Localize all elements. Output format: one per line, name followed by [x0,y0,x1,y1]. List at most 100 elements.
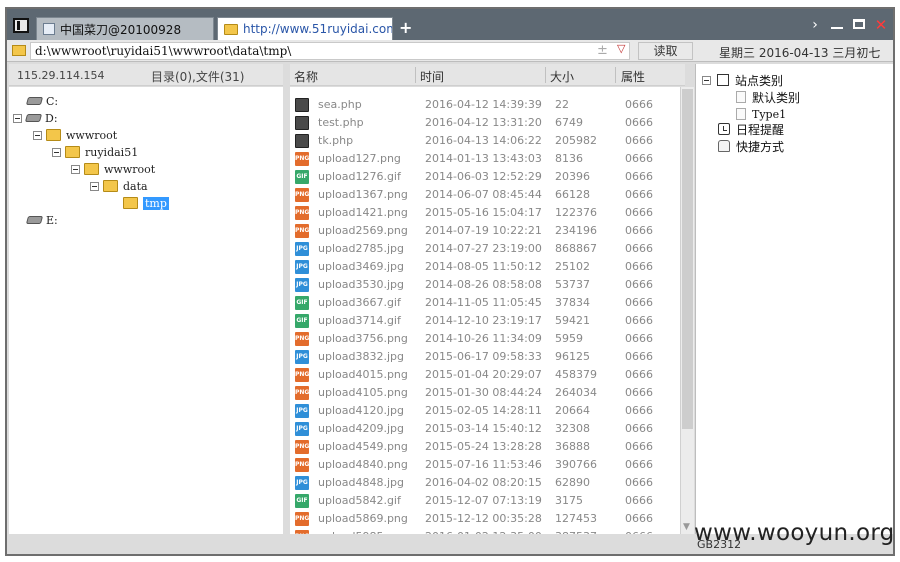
file-row[interactable]: GIF upload1276.gif 2014-06-03 12:52:29 2039… [290,168,680,186]
file-time: 2014-07-27 23:19:00 [425,242,542,255]
file-name: upload2785.jpg [318,242,404,255]
file-size: 32308 [555,422,590,435]
file-row[interactable]: PNG upload4840.png 2015-07-16 11:53:46 3907… [290,456,680,474]
dir-file-count: 目录(0),文件(31) [151,70,245,84]
png-file-icon: PNG [295,386,309,400]
scroll-down-icon[interactable]: ▼ [683,522,690,532]
window-menu-icon[interactable] [13,18,29,33]
file-list: sea.php 2016-04-12 14:39:39 22 0666 test.php… [290,87,680,534]
file-attr: 0666 [625,530,653,534]
tree-node-wwwroot-inner[interactable]: wwwroot [71,161,155,177]
file-size: 205982 [555,134,597,147]
column-name[interactable]: 名称 [294,68,318,85]
chevron-down-icon[interactable]: ▽ [617,42,625,55]
file-attr: 0666 [625,224,653,237]
collapse-icon[interactable] [33,130,42,140]
file-time: 2015-05-24 13:28:28 [425,440,542,453]
file-row[interactable]: JPG upload3530.jpg 2014-08-26 08:58:08 5373… [290,276,680,294]
maximize-button[interactable] [851,16,867,34]
file-row[interactable]: GIF upload5842.gif 2015-12-07 07:13:19 3175… [290,492,680,510]
file-row[interactable]: JPG upload4848.jpg 2016-04-02 08:20:15 6289… [290,474,680,492]
file-row[interactable]: JPG upload4209.jpg 2015-03-14 15:40:12 3230… [290,420,680,438]
close-button[interactable]: ✕ [873,16,889,34]
file-row[interactable]: PNG upload1367.png 2014-06-07 08:45:44 6612… [290,186,680,204]
file-size: 62890 [555,476,590,489]
site-category-node[interactable]: 站点类别 [702,72,783,88]
file-size: 66128 [555,188,590,201]
file-row[interactable]: JPG upload4120.jpg 2015-02-05 14:28:11 2066… [290,402,680,420]
tab-main[interactable]: 中国菜刀@20100928 [36,17,214,40]
collapse-icon[interactable] [71,164,80,174]
file-row[interactable]: PNG upload127.png 2014-01-13 13:43:03 8136 0… [290,150,680,168]
file-row[interactable]: GIF upload3667.gif 2014-11-05 11:05:45 3783… [290,294,680,312]
file-row[interactable]: GIF upload3714.gif 2014-12-10 23:19:17 5942… [290,312,680,330]
tree-node-e[interactable]: E: [25,212,58,228]
file-row[interactable]: PNG upload4015.png 2015-01-04 20:29:07 4583… [290,366,680,384]
file-attr: 0666 [625,296,653,309]
collapse-icon[interactable] [90,181,99,191]
file-list-scrollbar[interactable]: ▼ [680,87,694,534]
file-row[interactable]: JPG upload2785.jpg 2014-07-27 23:19:00 8688… [290,240,680,258]
tree-node-c[interactable]: C: [25,93,59,109]
page-icon [43,23,55,35]
file-row[interactable]: PNG upload4549.png 2015-05-24 13:28:28 3688… [290,438,680,456]
app-window: 中国菜刀@20100928 http://www.51ruyidai.com/d… [5,7,895,556]
tree-node-tmp[interactable]: tmp [123,195,169,211]
tree-node-data[interactable]: data [90,178,148,194]
column-divider[interactable] [415,67,416,83]
tree-node-d[interactable]: D: [13,110,58,126]
file-time: 2015-07-16 11:53:46 [425,458,542,471]
file-size: 234196 [555,224,597,237]
document-icon [736,91,746,103]
php-file-icon [295,98,309,112]
file-name: upload4840.png [318,458,408,471]
tree-node-wwwroot[interactable]: wwwroot [33,127,117,143]
file-row[interactable]: JPG upload3469.jpg 2014-08-05 11:50:12 2510… [290,258,680,276]
png-file-icon: PNG [295,530,309,534]
collapse-icon[interactable] [702,75,711,85]
file-attr: 0666 [625,476,653,489]
file-time: 2015-01-30 08:44:24 [425,386,542,399]
folder-icon [46,129,61,141]
file-name: upload5985.png [318,530,408,534]
add-tab-button[interactable]: + [399,19,412,37]
file-row[interactable]: PNG upload5985.png 2016-01-02 12:35:00 3875… [290,528,680,534]
path-input[interactable]: d:\wwwroot\ruyidai51\wwwroot\data\tmp\ [30,42,630,60]
tree-label: C: [46,94,59,108]
file-row[interactable]: test.php 2016-04-12 13:31:20 6749 0666 [290,114,680,132]
default-category-node[interactable]: 默认类别 [736,89,800,105]
collapse-icon[interactable] [52,147,61,157]
file-row[interactable]: PNG upload4105.png 2015-01-30 08:44:24 2640… [290,384,680,402]
file-row[interactable]: JPG upload3832.jpg 2015-06-17 09:58:33 9612… [290,348,680,366]
column-size[interactable]: 大小 [550,68,574,85]
chevron-right-icon[interactable]: › [807,16,823,34]
collapse-icon[interactable] [13,113,22,123]
file-time: 2015-06-17 09:58:33 [425,350,542,363]
file-time: 2014-11-05 11:05:45 [425,296,542,309]
file-name: upload3530.jpg [318,278,404,291]
file-name: upload3667.gif [318,296,401,309]
scrollbar-thumb[interactable] [682,89,693,429]
minimize-button[interactable] [829,16,845,34]
column-divider[interactable] [545,67,546,83]
checkbox-icon[interactable] [717,74,729,86]
tab-site[interactable]: http://www.51ruyidai.com/da... [217,17,393,40]
shortcuts-node[interactable]: 快捷方式 [718,138,784,154]
column-attr[interactable]: 属性 [621,68,645,85]
jpg-file-icon: JPG [295,242,309,256]
read-button[interactable]: 读取 [638,42,693,60]
file-row[interactable]: PNG upload2569.png 2014-07-19 10:22:21 2341… [290,222,680,240]
file-name: upload4105.png [318,386,408,399]
file-row[interactable]: tk.php 2016-04-13 14:06:22 205982 0666 [290,132,680,150]
file-row[interactable]: PNG upload3756.png 2014-10-26 11:34:09 5959… [290,330,680,348]
file-row[interactable]: sea.php 2016-04-12 14:39:39 22 0666 [290,96,680,114]
title-bar: 中国菜刀@20100928 http://www.51ruyidai.com/d… [7,9,893,40]
file-row[interactable]: PNG upload5869.png 2015-12-12 00:35:28 1274… [290,510,680,528]
file-name: upload3714.gif [318,314,401,327]
schedule-node[interactable]: 日程提醒 [718,121,784,137]
column-divider[interactable] [615,67,616,83]
column-time[interactable]: 时间 [420,68,444,85]
tree-node-ruyidai51[interactable]: ruyidai51 [52,144,138,160]
file-row[interactable]: PNG upload1421.png 2015-05-16 15:04:17 1223… [290,204,680,222]
bookmark-icon[interactable]: ± [597,43,608,58]
